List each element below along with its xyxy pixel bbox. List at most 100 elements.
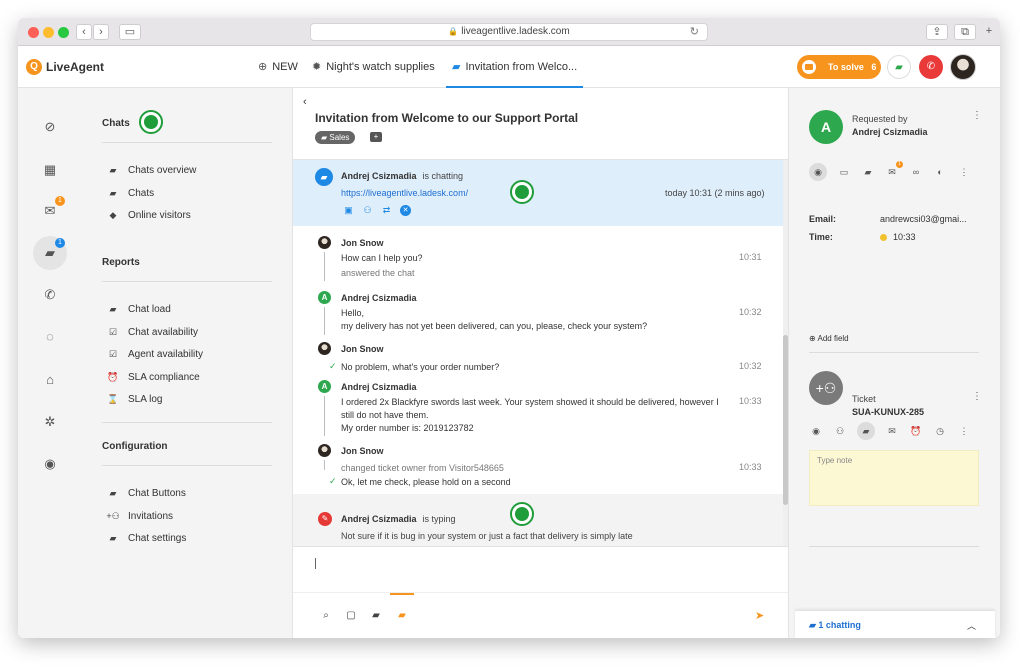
- hint-marker-visitor[interactable]: [510, 180, 534, 204]
- tab-new[interactable]: ⊕ NEW: [258, 46, 298, 88]
- ticket-id[interactable]: SUA-KUNUX-285: [852, 407, 924, 417]
- ticket-tabs: ◉ ⚇ ▰ ✉ ⏰ ◷ ⋮: [809, 422, 971, 440]
- tabs-overview-icon[interactable]: ⧉: [954, 24, 976, 40]
- message-time: 10:32: [739, 361, 762, 371]
- menu-item-sla-compliance[interactable]: ⏰ SLA compliance: [106, 372, 199, 383]
- new-tab-icon[interactable]: +: [980, 24, 998, 40]
- settings-icon[interactable]: ✲: [38, 410, 62, 434]
- add-field-button[interactable]: ⊕ Add field: [809, 334, 849, 343]
- panel-divider: [809, 352, 979, 353]
- chevron-up-icon[interactable]: ︿: [967, 619, 976, 632]
- contact-card-icon[interactable]: ▣: [343, 205, 354, 216]
- person-icon[interactable]: ◉: [809, 163, 827, 181]
- bank-icon[interactable]: ⌂: [38, 368, 62, 392]
- add-field-label: Add field: [817, 334, 849, 343]
- reload-icon[interactable]: ↻: [690, 24, 699, 40]
- comment-icon[interactable]: ▢: [344, 610, 358, 621]
- maximize-window-button[interactable]: [58, 27, 69, 38]
- chat-icon: ▰: [109, 533, 117, 543]
- menu-item-label: SLA log: [128, 394, 163, 405]
- close-window-button[interactable]: [28, 27, 39, 38]
- liveagent-logo[interactable]: Q LiveAgent: [26, 58, 104, 76]
- call-button[interactable]: ✆: [919, 55, 943, 79]
- url-bar[interactable]: 🔒 liveagentlive.ladesk.com ↻: [310, 23, 708, 41]
- collapse-chevron-icon[interactable]: ‹: [303, 96, 307, 108]
- more-options-icon[interactable]: ⋮: [957, 424, 971, 438]
- menu-item-sla-log[interactable]: ⌛ SLA log: [106, 394, 162, 405]
- chat-panel: ‹ Invitation from Welcome to our Support…: [293, 88, 788, 638]
- to-solve-button[interactable]: To solve 6: [797, 55, 881, 79]
- more-options-icon[interactable]: ⋮: [957, 165, 971, 179]
- chat-nav-icon[interactable]: ▰ 1: [33, 236, 67, 270]
- browser-forward-button[interactable]: ›: [93, 24, 109, 40]
- minimize-window-button[interactable]: [43, 27, 54, 38]
- email-icon[interactable]: ✉: [885, 424, 899, 438]
- tab-nights-watch-label: Night's watch supplies: [326, 61, 435, 73]
- tag-label: Sales: [329, 133, 350, 142]
- dashboard-icon[interactable]: ▦: [38, 158, 62, 182]
- visitor-name-line: Andrej Csizmadia is chatting: [341, 171, 463, 181]
- menu-divider: [102, 281, 272, 282]
- start-chat-button[interactable]: ▰: [887, 55, 911, 79]
- message-composer[interactable]: ⌕ ▢ ▰ ▰ ➤: [293, 546, 788, 638]
- more-options-icon[interactable]: ⋮: [972, 110, 982, 121]
- email-icon[interactable]: ✉ 1: [38, 196, 65, 223]
- window-icon[interactable]: ▭: [837, 165, 851, 179]
- add-user-icon: +⚇: [106, 511, 120, 521]
- people-icon[interactable]: ⚇: [833, 424, 847, 438]
- app-window: ‹ › ▭ 🔒 liveagentlive.ladesk.com ↻ ⇪ ⧉ + …: [18, 18, 1000, 638]
- requester-name[interactable]: Andrej Csizmadia: [852, 127, 928, 137]
- email-icon[interactable]: ✉ 1: [885, 161, 903, 179]
- message-author: Jon Snow: [341, 344, 384, 354]
- alarm-clock-icon[interactable]: ⏰: [909, 424, 923, 438]
- menu-item-online-visitors[interactable]: ◆ Online visitors: [106, 210, 191, 221]
- menu-item-chats-overview[interactable]: ▰ Chats overview: [106, 165, 197, 176]
- note-input[interactable]: Type note: [809, 450, 979, 506]
- more-options-icon[interactable]: ⋮: [972, 391, 982, 402]
- phone-nav-icon[interactable]: ✆: [38, 283, 62, 307]
- ticket-icon[interactable]: ▰: [861, 165, 875, 179]
- menu-item-chat-availability[interactable]: ☑ Chat availability: [106, 327, 198, 338]
- hint-marker-typing[interactable]: [510, 502, 534, 526]
- add-user-icon[interactable]: ⚇: [362, 205, 373, 216]
- menu-item-chat-load[interactable]: ▰ Chat load: [106, 304, 171, 315]
- menu-item-chat-settings[interactable]: ▰ Chat settings: [106, 533, 187, 544]
- menu-item-label: Chat availability: [128, 327, 199, 338]
- menu-item-agent-availability[interactable]: ☑ Agent availability: [106, 349, 203, 360]
- add-tag-icon[interactable]: +: [370, 132, 382, 142]
- jon-snow-avatar: [318, 342, 331, 355]
- menu-item-chat-buttons[interactable]: ▰ Chat Buttons: [106, 488, 186, 499]
- check-circle-icon[interactable]: ⊘: [38, 115, 62, 139]
- panel-divider: [809, 546, 979, 547]
- menu-item-chats[interactable]: ▰ Chats: [106, 188, 155, 199]
- message-time: 10:32: [739, 307, 762, 317]
- plugins-icon[interactable]: ◉: [38, 452, 62, 476]
- ticket-icon: [800, 58, 818, 76]
- hint-marker-chats[interactable]: [139, 110, 163, 134]
- refresh-icon[interactable]: ◌: [38, 325, 62, 349]
- chat-reply-icon[interactable]: ▰: [390, 593, 414, 621]
- tag-icon[interactable]: ▰: [369, 610, 383, 621]
- send-icon[interactable]: ➤: [755, 609, 764, 622]
- message-text: Ok, let me check, please hold on a secon…: [341, 477, 511, 487]
- sidebar-toggle-icon[interactable]: ▭: [119, 24, 141, 40]
- tag-sales[interactable]: ▰ Sales: [315, 131, 356, 144]
- end-chat-icon[interactable]: ✕: [400, 205, 411, 216]
- person-icon[interactable]: ◉: [809, 424, 823, 438]
- transfer-icon[interactable]: ⇄: [381, 205, 392, 216]
- agent-avatar[interactable]: [950, 54, 976, 80]
- tab-invitation[interactable]: ▰ Invitation from Welco...: [446, 46, 584, 88]
- browser-back-button[interactable]: ‹: [76, 24, 92, 40]
- logo-icon: Q: [26, 59, 42, 75]
- share-icon[interactable]: ⇪: [926, 24, 948, 40]
- attachment-icon[interactable]: ⌕: [319, 610, 333, 621]
- note-icon[interactable]: ▰: [857, 422, 875, 440]
- visitor-url-link[interactable]: https://liveagentlive.ladesk.com/: [341, 188, 468, 198]
- link-icon[interactable]: ∞: [909, 165, 923, 179]
- contact-photo-icon[interactable]: ◐: [933, 165, 947, 179]
- chatting-bar[interactable]: ▰ 1 chatting ︿: [795, 610, 995, 638]
- tab-nights-watch[interactable]: ✹ Night's watch supplies: [312, 46, 435, 88]
- history-icon[interactable]: ◷: [933, 424, 947, 438]
- pencil-icon: ✎: [318, 512, 332, 526]
- menu-item-invitations[interactable]: +⚇ Invitations: [106, 511, 173, 522]
